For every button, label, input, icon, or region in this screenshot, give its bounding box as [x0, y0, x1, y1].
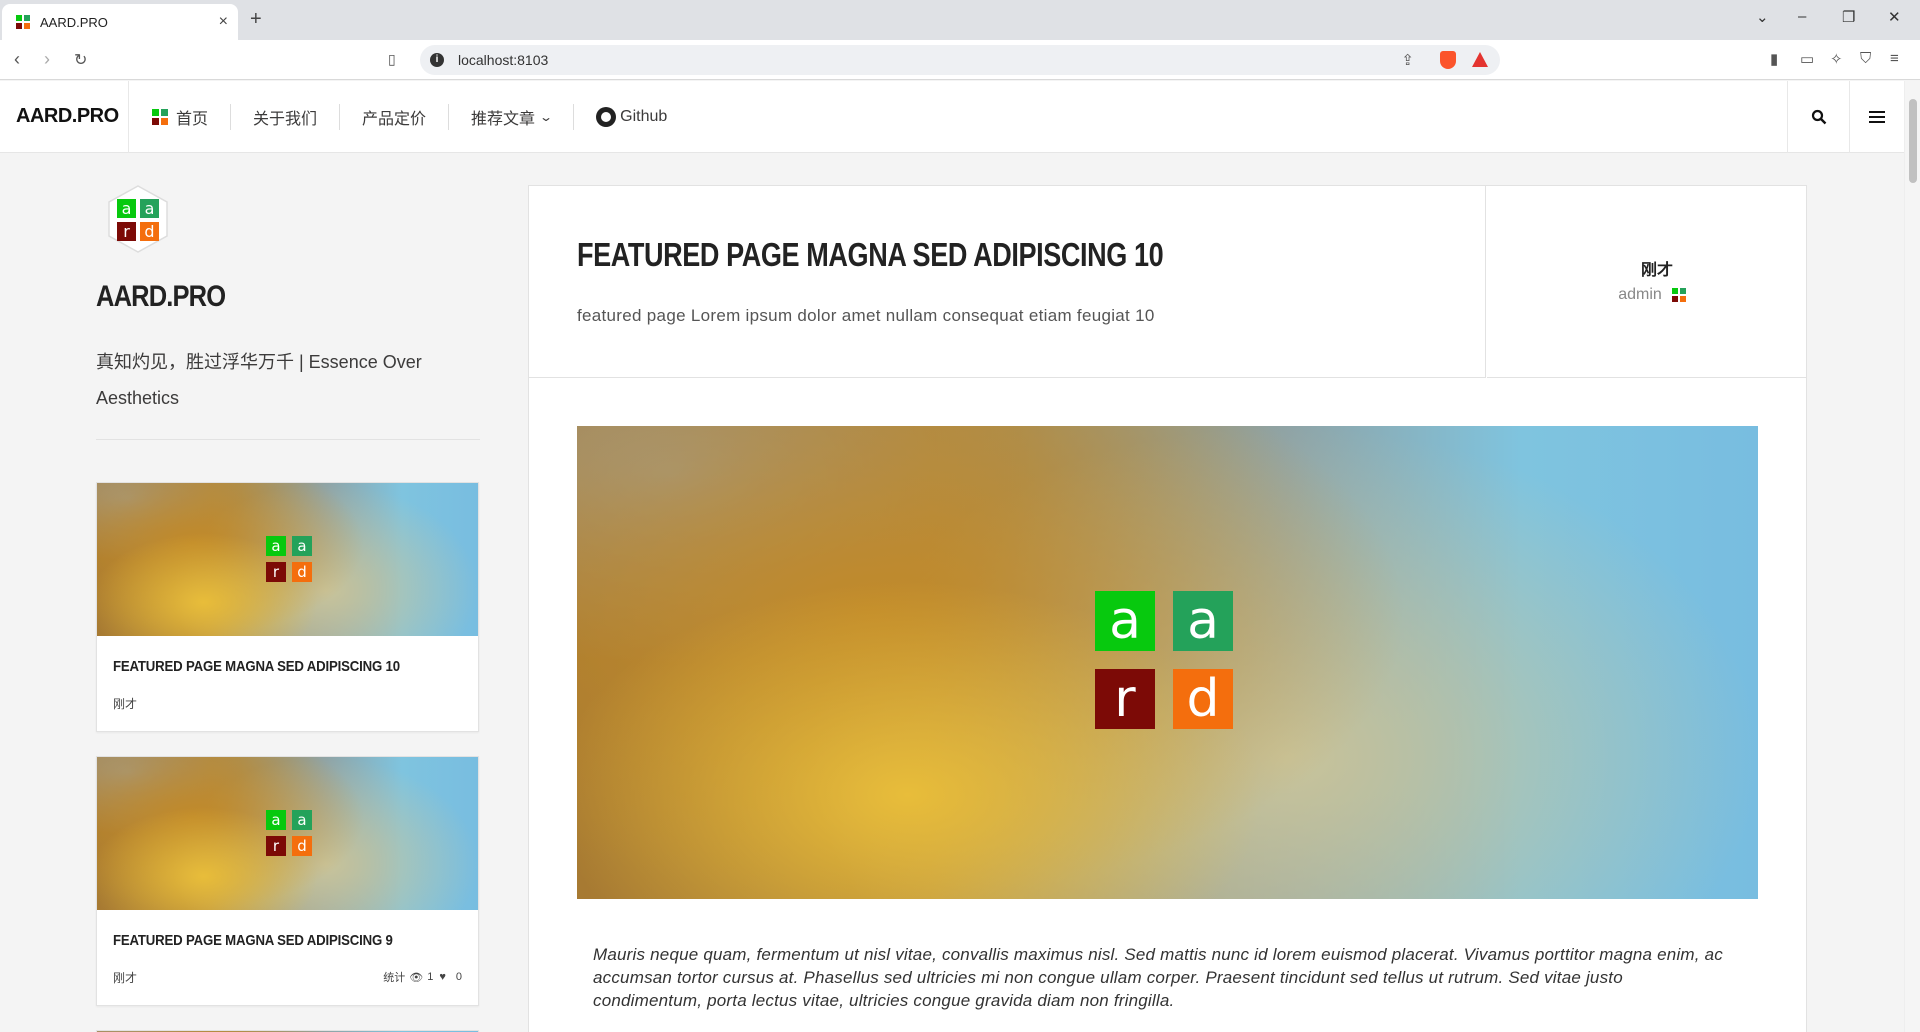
- svg-text:d: d: [144, 222, 154, 241]
- post-time: 刚才: [113, 971, 138, 985]
- site-info-icon[interactable]: i: [430, 53, 444, 67]
- tab-close-icon[interactable]: ×: [219, 13, 228, 31]
- aard-logo: a a r d: [1095, 591, 1233, 729]
- home-logo-icon: [152, 109, 168, 125]
- chevron-down-icon: ⌄: [539, 110, 554, 124]
- nav-github-label: Github: [620, 108, 668, 125]
- article-card: FEATURED PAGE MAGNA SED ADIPISCING 10 fe…: [528, 185, 1807, 1032]
- browser-tab-bar: AARD.PRO × + ⌄ – ❐ ✕: [0, 0, 1920, 40]
- heart-icon[interactable]: ♥: [439, 971, 446, 983]
- nav-pricing[interactable]: 产品定价: [340, 104, 450, 130]
- author-avatar-icon: [1671, 288, 1686, 302]
- post-title[interactable]: FEATURED PAGE MAGNA SED ADIPISCING 10: [113, 658, 400, 675]
- address-bar: ‹ › ↻ ▯ i localhost:8103 ⇪ ▮ ▭ ✧ ⛉ ≡: [0, 40, 1920, 80]
- header-divider: [128, 81, 129, 153]
- article-time: 刚才: [1640, 262, 1673, 279]
- svg-text:a: a: [145, 199, 155, 218]
- browser-tab[interactable]: AARD.PRO ×: [2, 4, 238, 40]
- article-author[interactable]: admin: [1487, 286, 1807, 304]
- eye-icon: 👁: [409, 971, 424, 984]
- scrollbar-thumb[interactable]: [1909, 99, 1917, 183]
- menu-icon[interactable]: ≡: [1890, 50, 1899, 67]
- view-count: 1: [427, 971, 434, 983]
- sidebar-post-card[interactable]: a a r d FEATURED PAGE MAGNA SED ADIPISCI…: [96, 482, 479, 732]
- leo-icon[interactable]: ✧: [1830, 50, 1843, 68]
- nav-home-label: 首页: [176, 111, 209, 128]
- sidebar-icon[interactable]: ▮: [1770, 50, 1778, 68]
- aard-logo: a a r d: [266, 536, 312, 582]
- site-hex-logo[interactable]: a a r d: [106, 184, 170, 254]
- post-thumbnail[interactable]: a a r d: [97, 483, 478, 636]
- site-logo[interactable]: AARD.PRO: [16, 105, 119, 128]
- article-title: FEATURED PAGE MAGNA SED ADIPISCING 10: [577, 236, 1164, 273]
- search-icon: [1811, 109, 1826, 125]
- tab-title: AARD.PRO: [40, 14, 108, 30]
- main-nav: 首页 关于我们 产品定价 推荐文章 ⌄ Github: [130, 81, 689, 153]
- brave-shields-icon[interactable]: [1440, 51, 1456, 69]
- url-text[interactable]: localhost:8103: [458, 52, 548, 68]
- sidebar-divider: [96, 439, 480, 440]
- nav-articles[interactable]: 推荐文章 ⌄: [449, 104, 575, 130]
- sidebar-post-card[interactable]: a a r d FEATURED PAGE MAGNA SED ADIPISCI…: [96, 756, 479, 1006]
- post-time: 刚才: [113, 697, 138, 711]
- sidebar-title: AARD.PRO: [96, 280, 226, 313]
- post-thumbnail[interactable]: a a r d: [97, 757, 478, 910]
- nav-about-label: 关于我们: [253, 111, 318, 128]
- post-stats: 统计 👁 1 ♥ 0: [383, 969, 462, 985]
- wallet-icon[interactable]: ▭: [1800, 50, 1814, 68]
- article-subtitle: featured page Lorem ipsum dolor amet nul…: [577, 306, 1155, 325]
- sidebar-description: 真知灼见，胜过浮华万千 | Essence Over Aesthetics: [96, 352, 422, 408]
- author-name[interactable]: admin: [1618, 286, 1662, 304]
- forward-icon[interactable]: ›: [44, 49, 50, 70]
- nav-about[interactable]: 关于我们: [231, 104, 341, 130]
- new-tab-button[interactable]: +: [250, 8, 262, 31]
- article-meta: 刚才 admin: [1487, 186, 1807, 378]
- reload-icon[interactable]: ↻: [74, 50, 87, 70]
- nav-home[interactable]: 首页: [130, 104, 232, 130]
- article-hero-image: a a r d: [577, 426, 1758, 899]
- bookmark-icon[interactable]: ▯: [388, 51, 396, 68]
- site-header: AARD.PRO 首页 关于我们 产品定价 推荐文章 ⌄ Github: [0, 81, 1920, 153]
- article-header: FEATURED PAGE MAGNA SED ADIPISCING 10 fe…: [529, 186, 1486, 378]
- search-button[interactable]: [1787, 81, 1849, 153]
- share-icon[interactable]: ⇪: [1401, 51, 1414, 69]
- stats-label: 统计: [383, 972, 406, 984]
- hamburger-icon: [1869, 111, 1885, 123]
- back-icon[interactable]: ‹: [14, 49, 20, 70]
- close-window-button[interactable]: ✕: [1888, 8, 1901, 26]
- svg-text:r: r: [123, 222, 130, 241]
- favicon-icon: [16, 15, 30, 29]
- article-body: Mauris neque quam, fermentum ut nisl vit…: [593, 945, 1723, 1010]
- svg-text:a: a: [122, 199, 132, 218]
- post-title[interactable]: FEATURED PAGE MAGNA SED ADIPISCING 9: [113, 932, 393, 949]
- minimize-button[interactable]: –: [1798, 8, 1806, 25]
- like-count: 0: [455, 971, 462, 983]
- github-icon: [596, 107, 617, 127]
- aard-logo: a a r d: [266, 810, 312, 856]
- nav-pricing-label: 产品定价: [362, 111, 427, 128]
- nav-github[interactable]: Github: [574, 104, 689, 130]
- page-scrollbar[interactable]: [1904, 81, 1920, 1032]
- brave-rewards-icon[interactable]: [1472, 52, 1488, 67]
- vpn-icon[interactable]: ⛉: [1860, 50, 1871, 67]
- nav-articles-label: 推荐文章: [471, 111, 536, 128]
- maximize-button[interactable]: ❐: [1842, 8, 1855, 26]
- tab-search-icon[interactable]: ⌄: [1756, 8, 1769, 26]
- url-box[interactable]: i localhost:8103 ⇪: [420, 45, 1500, 75]
- menu-toggle-button[interactable]: [1849, 81, 1904, 153]
